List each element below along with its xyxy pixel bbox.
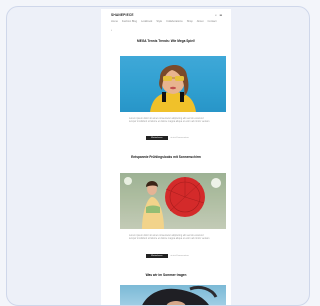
dot-icon: • <box>111 28 113 32</box>
post-image[interactable] <box>120 56 226 112</box>
post-title[interactable]: MEGA Tennis Trends: Wie Mega Spiel! <box>113 39 219 43</box>
nav-item-home[interactable]: Home <box>111 20 118 26</box>
nav-item-about[interactable]: About <box>197 20 204 26</box>
post-actions: Weiterlesen ● ● ● Kommentare <box>146 135 189 141</box>
read-more-button[interactable]: Weiterlesen <box>146 253 168 259</box>
post-excerpt: Lorem ipsum dolor sit amet consectetur a… <box>129 117 210 124</box>
woman-red-umbrella-image <box>120 173 226 229</box>
blog-page: SHANEPIECE ⌕ ☰ Home Fashion Blog Lookboo… <box>101 9 231 305</box>
nav-item-contact[interactable]: Contact <box>208 20 217 26</box>
post-actions: Weiterlesen ● ● ● Kommentare <box>146 253 189 259</box>
woman-hair-image <box>142 285 218 305</box>
nav-item-lookbook[interactable]: Lookbook <box>141 20 152 26</box>
read-more-button[interactable]: Weiterlesen <box>146 135 168 141</box>
header-icons[interactable]: ⌕ ☰ <box>215 13 223 17</box>
nav-item-style[interactable]: Style <box>156 20 162 26</box>
post-meta: ● ● ● Kommentare <box>170 255 189 257</box>
post-title[interactable]: Was wir im Sommer tragen <box>113 273 219 277</box>
post-title[interactable]: Entspannte Frühlingslooks mit Sonnenschi… <box>113 155 219 159</box>
nav-item-shop[interactable]: Shop <box>187 20 193 26</box>
post-excerpt: Lorem ipsum dolor sit amet consectetur a… <box>129 234 210 241</box>
nav-item-collaborations[interactable]: Collaborations <box>166 20 183 26</box>
woman-yellow-outfit-image <box>150 64 196 112</box>
nav-item-fashion-blog[interactable]: Fashion Blog <box>122 20 137 26</box>
post-image[interactable] <box>120 285 226 305</box>
site-title[interactable]: SHANEPIECE <box>111 13 134 17</box>
post-image[interactable] <box>120 173 226 229</box>
browser-preview-card: SHANEPIECE ⌕ ☰ Home Fashion Blog Lookboo… <box>6 6 310 306</box>
post-meta: ● ● ● Kommentare <box>170 137 189 139</box>
main-nav: Home Fashion Blog Lookbook Style Collabo… <box>111 20 223 26</box>
